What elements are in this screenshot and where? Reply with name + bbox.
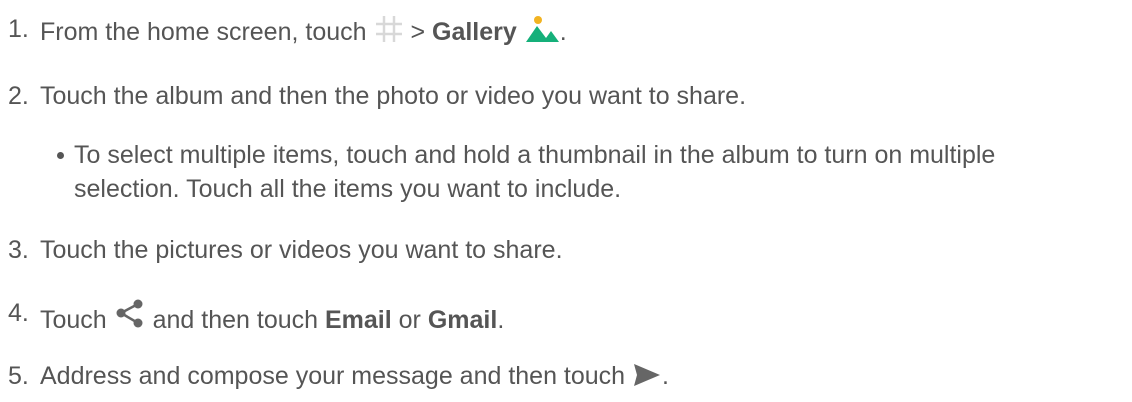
step-1-number: 1. xyxy=(8,15,29,43)
step-5-text-before: Address and compose your message and the… xyxy=(40,362,626,390)
apps-grid-icon xyxy=(374,14,404,51)
step-4-text-before: Touch xyxy=(40,306,107,334)
share-icon xyxy=(114,298,146,339)
step-5-text: Address and compose your message and the… xyxy=(40,361,669,395)
step-1-text-after: . xyxy=(559,18,567,46)
step-5-text-after: . xyxy=(662,362,669,390)
step-3-number: 3. xyxy=(8,236,29,264)
step-1-gallery-label: Gallery xyxy=(432,18,517,46)
step-4-email-label: Email xyxy=(325,306,392,334)
step-4-gmail-label: Gmail xyxy=(427,306,498,334)
send-icon xyxy=(632,362,662,395)
step-2-text: Touch the album and then the photo or vi… xyxy=(40,82,747,110)
bullet-item: To select multiple items, touch and hold… xyxy=(0,139,1132,209)
step-1-separator: > xyxy=(410,18,426,46)
step-1-text-before: From the home screen, touch xyxy=(40,18,367,46)
step-4-text: Touch and then touch Email or Gmail. xyxy=(40,298,504,339)
bullet-line-1: To select multiple items, touch and hold… xyxy=(74,141,996,169)
step-2-number: 2. xyxy=(8,82,29,110)
step-4-number: 4. xyxy=(8,299,29,327)
step-3-text: Touch the pictures or videos you want to… xyxy=(40,236,563,264)
step-4-text-after: . xyxy=(497,306,505,334)
gallery-icon xyxy=(524,14,560,51)
bullet-line-2: selection. Touch all the items you want … xyxy=(74,175,622,203)
step-1-text: From the home screen, touch > Gallery . xyxy=(40,14,567,51)
bullet-marker xyxy=(57,152,64,159)
step-5-number: 5. xyxy=(8,362,29,390)
step-4-text-middle: and then touch xyxy=(152,306,319,334)
step-4-or: or xyxy=(398,306,421,334)
